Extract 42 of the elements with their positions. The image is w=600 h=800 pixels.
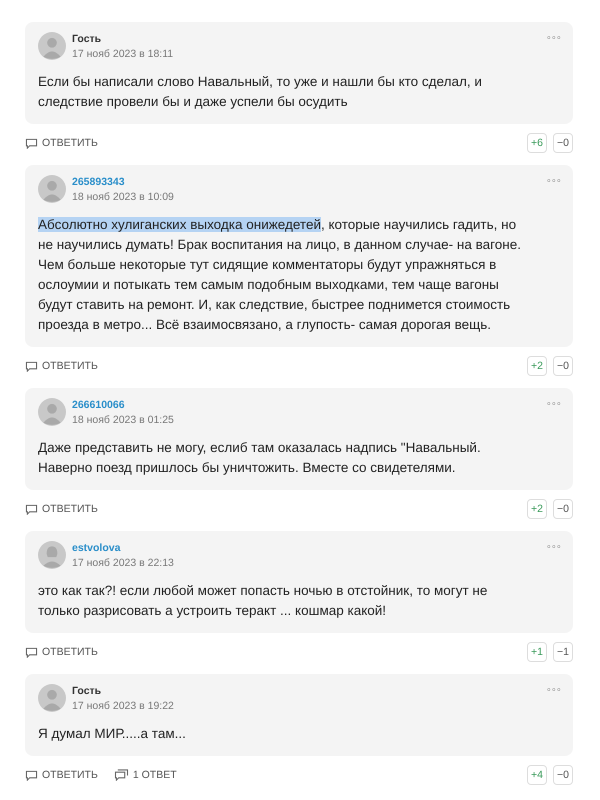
comment-date: 17 нояб 2023 в 18:11 [72,48,174,60]
reply-button[interactable]: ОТВЕТИТЬ [25,503,98,515]
upvote-button[interactable]: +1 [527,642,547,662]
reply-button[interactable]: ОТВЕТИТЬ [25,360,98,372]
upvote-button[interactable]: +6 [527,133,547,153]
author-name: Гость [72,684,102,696]
more-button[interactable]: ∘∘∘ [546,541,561,551]
speech-bubble-icon [25,360,38,372]
comment-date: 17 нояб 2023 в 19:22 [72,700,175,712]
more-button[interactable]: ∘∘∘ [546,684,561,694]
speech-bubble-icon [25,504,38,514]
comment-text: Если бы написали слово Навальный, то уже и нашли бы кто сделал, и следствие провели бы и даже успели бы осудить [38,73,483,111]
upvote-button[interactable]: +2 [527,356,547,376]
author-link[interactable]: estvolova [72,542,540,554]
comment-text: Даже представить не могу, еслиб там оказалась надпись "Навальный. Наверно поезд пришлось бы уничтожить. Вместе со свидетелями. [38,439,482,477]
upvote-button[interactable]: +4 [527,765,547,785]
comment-text: Я думал МИР.....а там... [38,725,187,743]
reply-button[interactable]: ОТВЕТИТЬ [25,646,98,658]
speech-bubble-icon [25,770,38,780]
speech-bubbles-icon [114,769,129,781]
comment-text: это как так?! если любой может попасть ночью в отстойник, то могут не только разрисовать а устроить теракт ... кошмар какой! [38,582,488,620]
reply-button[interactable]: ОТВЕТИТЬ [25,769,98,781]
author-link[interactable]: 265893343 [72,176,540,188]
more-button[interactable]: ∘∘∘ [546,175,561,185]
downvote-button[interactable]: −0 [553,765,573,785]
speech-bubble-icon [25,138,38,148]
upvote-button[interactable]: +2 [527,499,547,519]
comment-text: Абсолютно хулиганских выходка онижедетей, которые научились гадить, но не научились думать! Брак воспитания на лицо, в данном случае- на вагоне. Чем больше некоторые тут сидящие комментаторы будут упражняться в ослоумии и потыкать тем самым подобным выходками, тем чаще вагоны будут ставить на ремонт. И, как следствие, быстрее поднимется стоимость проезда в метро... Всё взаимосвязано, а глупость- самая дорогая вещь. [38,216,521,334]
downvote-button[interactable]: −0 [553,356,573,376]
reply-button[interactable]: ОТВЕТИТЬ [25,137,98,149]
downvote-button[interactable]: −1 [553,642,573,662]
comment-date: 17 нояб 2023 в 22:13 [72,556,175,568]
author-name: Гость [72,32,102,44]
speech-bubble-icon [25,646,38,658]
downvote-button[interactable]: −0 [553,499,573,519]
author-link[interactable]: 266610066 [72,398,540,410]
downvote-button[interactable]: −0 [553,133,573,153]
replies-button[interactable]: 1 ОТВЕТ [114,769,177,781]
more-button[interactable]: ∘∘∘ [546,398,561,408]
more-button[interactable]: ∘∘∘ [546,32,561,42]
comment-date: 18 нояб 2023 в 01:25 [72,414,175,426]
comment-date: 18 нояб 2023 в 10:09 [72,190,175,202]
